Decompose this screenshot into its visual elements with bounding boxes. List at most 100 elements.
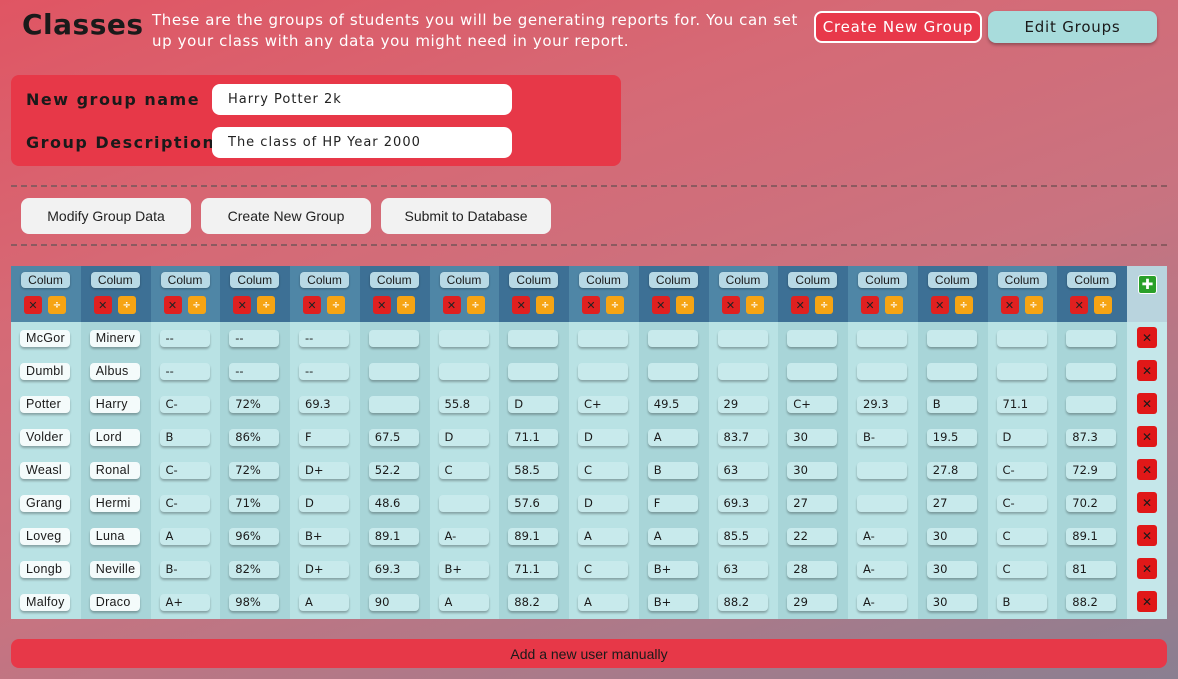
cell-input[interactable]: A- xyxy=(438,528,489,545)
cell-input[interactable]: C+ xyxy=(578,396,628,413)
cell-input[interactable] xyxy=(508,363,559,380)
add-user-manually-button[interactable]: Add a new user manually xyxy=(11,639,1167,668)
column-name-input[interactable]: Colum xyxy=(160,272,210,288)
delete-row-icon[interactable]: ✕ xyxy=(1137,360,1157,381)
cell-input[interactable]: Dumbl xyxy=(20,363,70,380)
cell-input[interactable]: Malfoy xyxy=(20,594,70,611)
delete-row-icon[interactable]: ✕ xyxy=(1137,459,1157,480)
cell-input[interactable]: A- xyxy=(857,528,907,545)
group-name-input[interactable] xyxy=(212,84,512,115)
column-name-input[interactable]: Colum xyxy=(858,272,907,288)
divide-column-icon[interactable]: ÷ xyxy=(466,296,485,314)
cell-input[interactable]: 29 xyxy=(717,396,768,413)
cell-input[interactable]: B- xyxy=(857,429,907,446)
cell-input[interactable]: 81 xyxy=(1066,561,1117,578)
cell-input[interactable]: -- xyxy=(299,330,349,347)
divide-column-icon[interactable]: ÷ xyxy=(257,296,276,314)
cell-input[interactable]: B xyxy=(996,594,1047,611)
column-name-input[interactable]: Colum xyxy=(927,272,977,288)
create-new-group-button[interactable]: Create New Group xyxy=(201,198,371,234)
cell-input[interactable]: 71% xyxy=(229,495,280,512)
column-name-input[interactable]: Colum xyxy=(509,272,559,288)
cell-input[interactable]: 30 xyxy=(926,528,977,545)
cell-input[interactable] xyxy=(787,330,838,347)
cell-input[interactable]: Draco xyxy=(89,594,140,611)
modify-group-data-button[interactable]: Modify Group Data xyxy=(21,198,191,234)
cell-input[interactable]: D xyxy=(438,429,489,446)
cell-input[interactable]: B xyxy=(159,429,210,446)
cell-input[interactable]: A- xyxy=(857,594,907,611)
divide-column-icon[interactable]: ÷ xyxy=(536,296,555,314)
cell-input[interactable]: 27 xyxy=(926,495,977,512)
submit-to-database-button[interactable]: Submit to Database xyxy=(381,198,551,234)
divide-column-icon[interactable]: ÷ xyxy=(48,296,66,314)
cell-input[interactable] xyxy=(578,330,628,347)
divide-column-icon[interactable]: ÷ xyxy=(187,296,206,314)
add-column-icon[interactable]: ✚ xyxy=(1138,275,1157,294)
cell-input[interactable]: 19.5 xyxy=(926,429,977,446)
cell-input[interactable]: B+ xyxy=(299,528,349,545)
column-name-input[interactable]: Colum xyxy=(579,272,628,288)
cell-input[interactable]: 87.3 xyxy=(1066,429,1117,446)
delete-column-icon[interactable]: ✕ xyxy=(233,296,252,314)
cell-input[interactable]: D xyxy=(508,396,559,413)
cell-input[interactable]: 48.6 xyxy=(368,495,419,512)
cell-input[interactable]: 30 xyxy=(926,561,977,578)
cell-input[interactable] xyxy=(578,363,628,380)
cell-input[interactable] xyxy=(647,363,698,380)
divide-column-icon[interactable]: ÷ xyxy=(1094,296,1113,314)
delete-column-icon[interactable]: ✕ xyxy=(791,296,810,314)
column-name-input[interactable]: Colum xyxy=(300,272,349,288)
cell-input[interactable]: B+ xyxy=(647,561,698,578)
cell-input[interactable]: -- xyxy=(159,363,210,380)
column-name-input[interactable]: Colum xyxy=(439,272,489,288)
cell-input[interactable]: 49.5 xyxy=(647,396,698,413)
cell-input[interactable]: 96% xyxy=(229,528,280,545)
cell-input[interactable]: D xyxy=(996,429,1047,446)
delete-row-icon[interactable]: ✕ xyxy=(1137,492,1157,513)
cell-input[interactable]: 67.5 xyxy=(368,429,419,446)
cell-input[interactable] xyxy=(926,330,977,347)
cell-input[interactable]: 29.3 xyxy=(857,396,907,413)
cell-input[interactable]: A xyxy=(578,528,628,545)
cell-input[interactable] xyxy=(996,363,1047,380)
cell-input[interactable]: 30 xyxy=(787,429,838,446)
cell-input[interactable] xyxy=(508,330,559,347)
cell-input[interactable]: 72% xyxy=(229,462,280,479)
divide-column-icon[interactable]: ÷ xyxy=(675,296,694,314)
cell-input[interactable]: 72% xyxy=(229,396,280,413)
cell-input[interactable]: 82% xyxy=(229,561,280,578)
cell-input[interactable]: A xyxy=(647,429,698,446)
cell-input[interactable] xyxy=(438,330,489,347)
cell-input[interactable]: 63 xyxy=(717,462,768,479)
cell-input[interactable]: Ronal xyxy=(89,462,140,479)
cell-input[interactable]: 88.2 xyxy=(508,594,559,611)
column-name-input[interactable]: Colum xyxy=(230,272,280,288)
cell-input[interactable] xyxy=(368,330,419,347)
divide-column-icon[interactable]: ÷ xyxy=(885,296,903,314)
cell-input[interactable]: C xyxy=(438,462,489,479)
cell-input[interactable]: 69.3 xyxy=(368,561,419,578)
cell-input[interactable]: -- xyxy=(159,330,210,347)
cell-input[interactable]: 89.1 xyxy=(368,528,419,545)
cell-input[interactable]: 98% xyxy=(229,594,280,611)
cell-input[interactable]: D+ xyxy=(299,462,349,479)
divide-column-icon[interactable]: ÷ xyxy=(606,296,624,314)
cell-input[interactable]: 58.5 xyxy=(508,462,559,479)
cell-input[interactable]: A xyxy=(438,594,489,611)
cell-input[interactable]: 83.7 xyxy=(717,429,768,446)
cell-input[interactable]: 85.5 xyxy=(717,528,768,545)
cell-input[interactable]: 71.1 xyxy=(508,429,559,446)
cell-input[interactable]: 69.3 xyxy=(717,495,768,512)
cell-input[interactable]: B+ xyxy=(647,594,698,611)
cell-input[interactable]: 70.2 xyxy=(1066,495,1117,512)
delete-row-icon[interactable]: ✕ xyxy=(1137,591,1157,612)
cell-input[interactable]: 28 xyxy=(787,561,838,578)
cell-input[interactable]: A xyxy=(647,528,698,545)
cell-input[interactable] xyxy=(1066,363,1117,380)
delete-column-icon[interactable]: ✕ xyxy=(582,296,600,314)
cell-input[interactable]: C xyxy=(578,561,628,578)
cell-input[interactable]: C xyxy=(996,561,1047,578)
cell-input[interactable]: C xyxy=(996,528,1047,545)
cell-input[interactable]: 88.2 xyxy=(717,594,768,611)
